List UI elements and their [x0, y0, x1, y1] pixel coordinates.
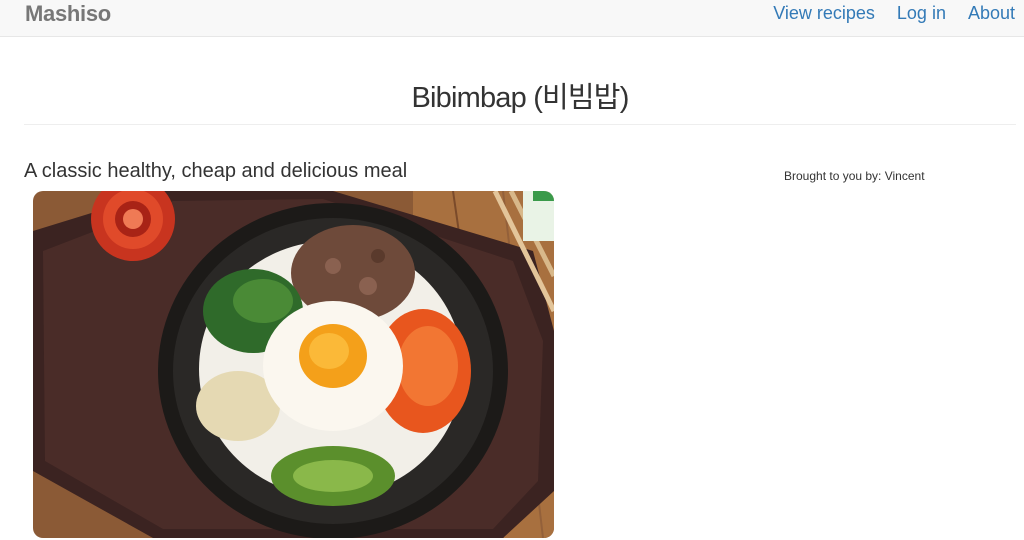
navbar: Mashiso View recipes Log in About — [0, 0, 1024, 37]
recipe-photo — [33, 191, 554, 538]
nav-links: View recipes Log in About — [773, 3, 1015, 24]
nav-link-view-recipes[interactable]: View recipes — [773, 3, 875, 24]
page-title: Bibimbap (비빔밥) — [411, 82, 629, 114]
recipe-subtitle: A classic healthy, cheap and delicious m… — [24, 160, 408, 182]
brand-logo[interactable]: Mashiso — [25, 1, 111, 27]
nav-link-log-in[interactable]: Log in — [897, 3, 946, 24]
author-credit: Brought to you by: Vincent — [784, 169, 925, 183]
divider — [24, 124, 1016, 125]
nav-link-about[interactable]: About — [968, 3, 1015, 24]
